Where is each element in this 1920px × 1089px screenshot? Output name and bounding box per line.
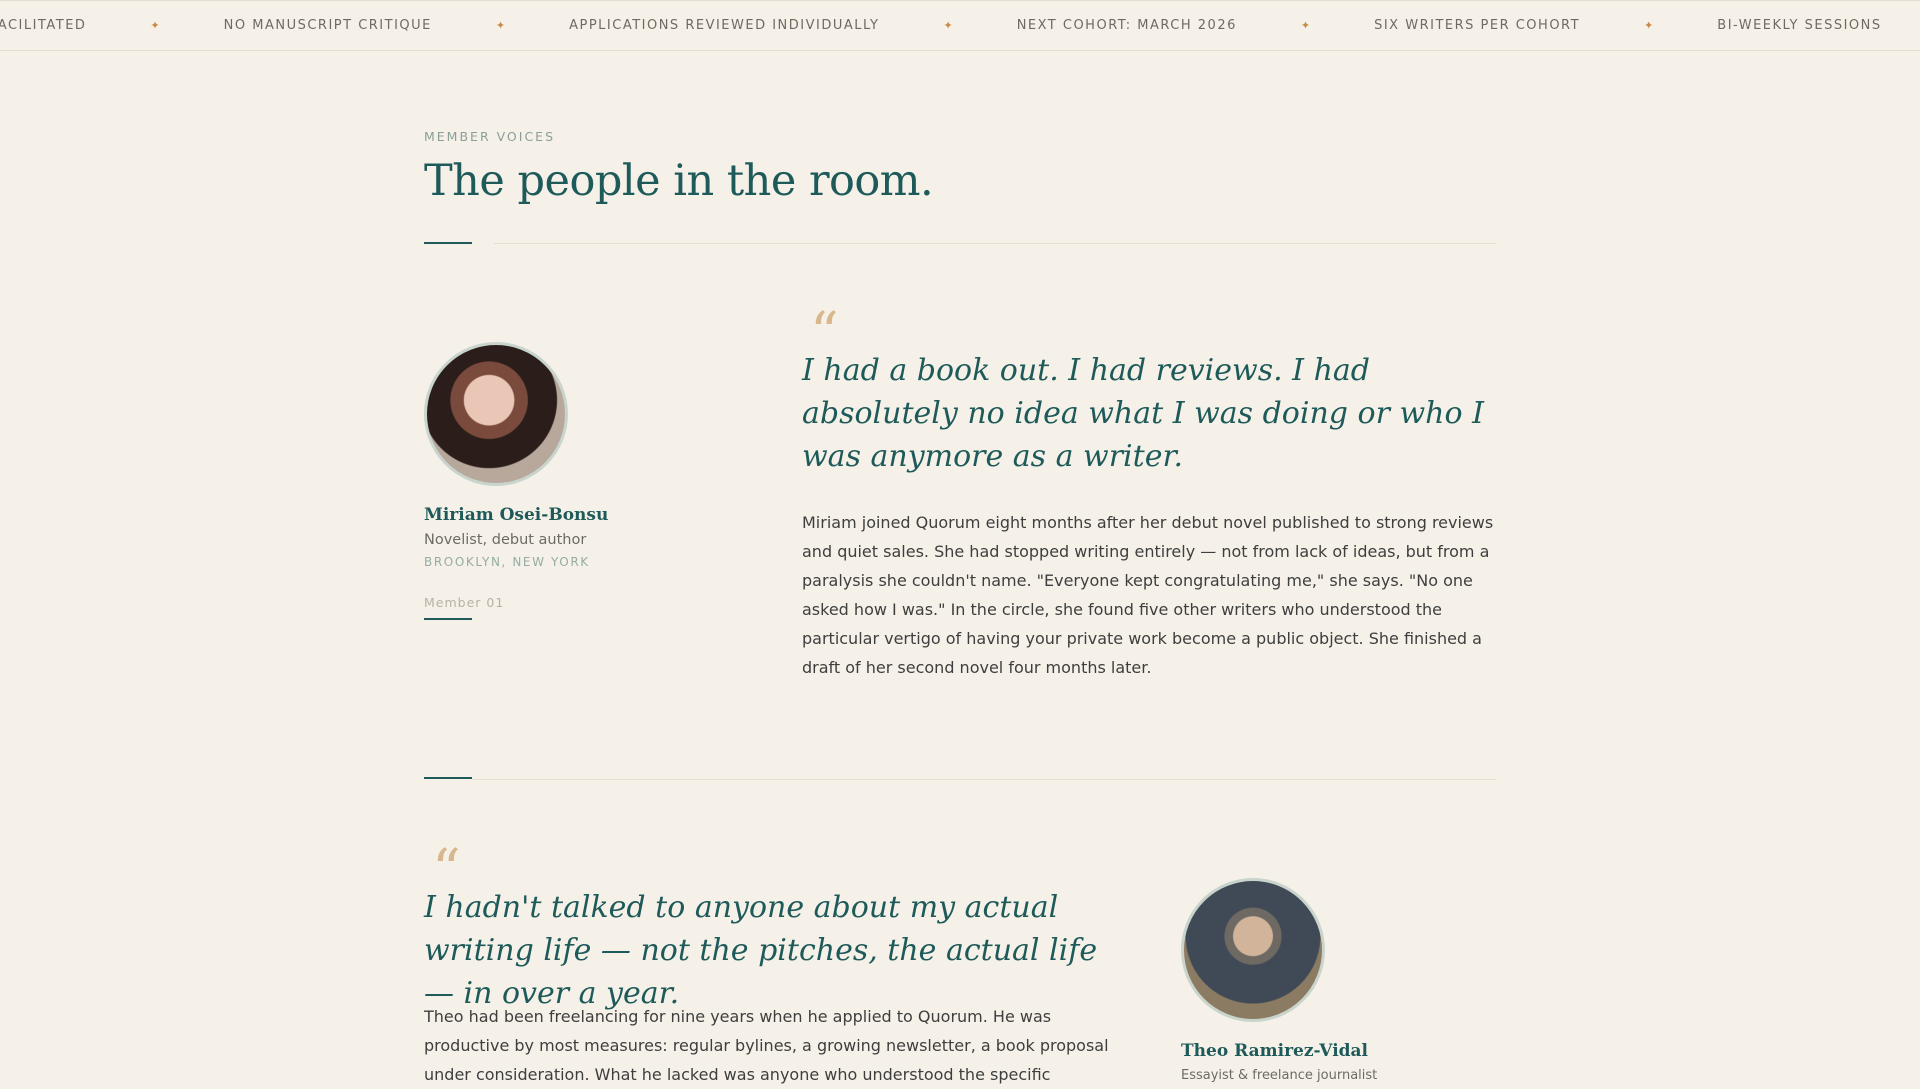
avatar xyxy=(424,342,568,486)
avatar xyxy=(1181,878,1325,1022)
member-role: Essayist & freelance journalist xyxy=(1181,1068,1378,1083)
ticker-item: No manuscript critique xyxy=(223,18,432,33)
title-accent-rule xyxy=(424,242,472,244)
ticker-item: Next cohort: March 2026 xyxy=(1016,18,1237,33)
member-number: Member 01 xyxy=(424,595,505,610)
section-eyebrow: Member Voices xyxy=(424,129,556,144)
ticker-item: Six writers per cohort xyxy=(1374,18,1581,33)
section-divider xyxy=(472,779,1496,780)
testimonial-quote: I had a book out. I had reviews. I had a… xyxy=(802,353,1484,474)
ticker-separator-icon: ✦ xyxy=(1644,19,1654,32)
testimonial-quote: I hadn't talked to anyone about my actua… xyxy=(424,890,1098,1011)
ticker-separator-icon: ✦ xyxy=(1300,19,1311,32)
testimonial-story: Theo had been freelancing for nine years… xyxy=(424,1007,1109,1084)
member-name: Miriam Osei-Bonsu xyxy=(424,505,609,525)
ticker-separator-icon: ✦ xyxy=(150,19,160,32)
ticker-separator-icon: ✦ xyxy=(943,19,953,32)
ticker-track: Facilitated ✦ No manuscript critique ✦ A… xyxy=(0,1,1920,50)
member-number-underline xyxy=(424,618,472,620)
ticker-item: Facilitated xyxy=(0,18,87,33)
ticker-separator-icon: ✦ xyxy=(495,19,506,32)
section-accent-rule xyxy=(424,777,472,779)
member-role: Novelist, debut author xyxy=(424,532,587,548)
section-title: The people in the room. xyxy=(424,156,934,206)
announcement-ticker: Facilitated ✦ No manuscript critique ✦ A… xyxy=(0,0,1920,51)
member-name: Theo Ramirez-Vidal xyxy=(1181,1041,1369,1061)
ticker-item: Bi-weekly sessions xyxy=(1717,18,1882,33)
testimonial-story: Miriam joined Quorum eight months after … xyxy=(802,513,1494,677)
title-divider xyxy=(494,243,1496,244)
member-location: Brooklyn, New York xyxy=(424,555,590,569)
ticker-item: Applications reviewed individually xyxy=(569,18,880,33)
